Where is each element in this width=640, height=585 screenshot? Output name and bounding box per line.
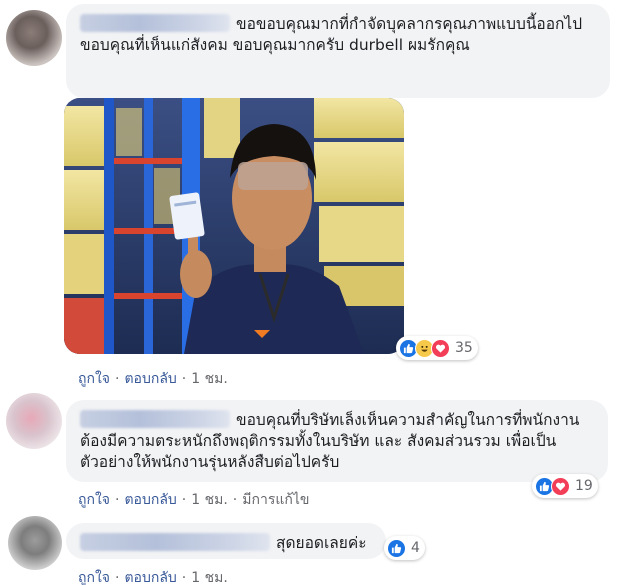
like-link[interactable]: ถูกใจ	[78, 570, 110, 585]
reaction-count: 35	[455, 340, 473, 356]
comment-actions: ถูกใจ · ตอบกลับ · 1 ชม.	[78, 371, 228, 387]
reaction-summary[interactable]: 4	[384, 536, 425, 560]
comment-actions: ถูกใจ · ตอบกลับ · 1 ชม. · มีการแก้ไข	[78, 492, 310, 508]
reaction-count: 4	[411, 540, 420, 556]
commenter-name-blurred[interactable]	[80, 14, 230, 32]
commenter-avatar[interactable]	[8, 516, 62, 570]
like-link[interactable]: ถูกใจ	[78, 492, 110, 508]
love-reaction-icon	[551, 476, 570, 496]
edited-label[interactable]: มีการแก้ไข	[242, 492, 309, 508]
commenter-name-blurred[interactable]	[80, 410, 230, 428]
like-reaction-icon	[387, 538, 406, 558]
comment-actions: ถูกใจ · ตอบกลับ · 1 ชม.	[78, 570, 228, 585]
reaction-summary[interactable]: 35	[396, 336, 478, 360]
reply-link[interactable]: ตอบกลับ	[124, 371, 176, 387]
reply-link[interactable]: ตอบกลับ	[124, 570, 176, 585]
reaction-count: 19	[575, 478, 593, 494]
reply-link[interactable]: ตอบกลับ	[124, 492, 176, 508]
like-link[interactable]: ถูกใจ	[78, 371, 110, 387]
comment-bubble: ขอบคุณที่บริษัทเล็งเห็นความสำคัญในการที่…	[66, 400, 608, 482]
comment-bubble: สุดยอดเลยค่ะ	[66, 523, 386, 559]
timestamp[interactable]: 1 ชม.	[191, 570, 228, 585]
comment-photo[interactable]	[64, 98, 404, 354]
timestamp[interactable]: 1 ชม.	[191, 371, 228, 387]
timestamp[interactable]: 1 ชม.	[191, 492, 228, 508]
commenter-name-blurred[interactable]	[80, 533, 270, 551]
love-reaction-icon	[431, 338, 450, 358]
commenter-avatar[interactable]	[6, 393, 62, 449]
comment-bubble: ขอขอบคุณมากที่กำจัดบุคลากรคุณภาพแบบนี้ออ…	[66, 4, 610, 98]
selfie-image	[64, 98, 404, 354]
comment-text: สุดยอดเลยค่ะ	[276, 534, 367, 552]
commenter-avatar[interactable]	[6, 10, 62, 66]
reaction-summary[interactable]: 19	[532, 474, 598, 498]
